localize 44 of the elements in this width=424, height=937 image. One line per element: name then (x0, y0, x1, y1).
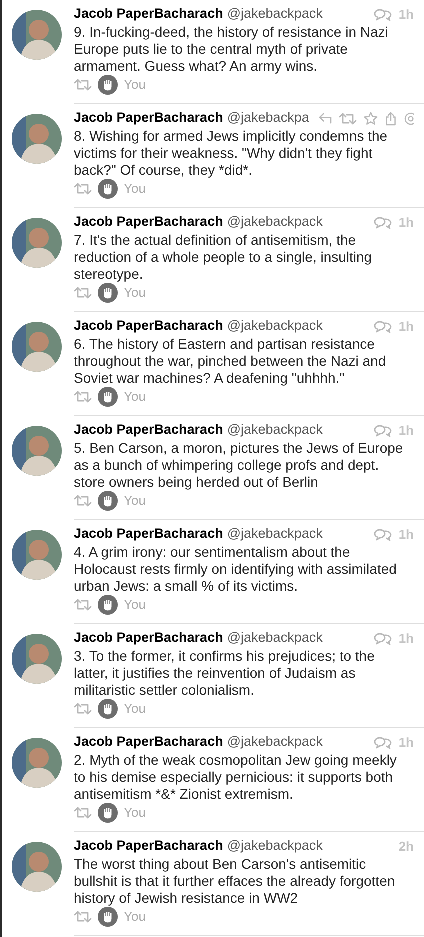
author-handle[interactable]: @jakebackpack (227, 525, 323, 544)
author-handle[interactable]: @jakebackpack (227, 837, 323, 856)
tweet-text: 4. A grim irony: our sentimentalism about the Holocaust rests firmly on identifying with assimilated urban Jews: a small % of its victims. (74, 544, 398, 595)
author-handle[interactable]: @jakebackpa (227, 109, 310, 128)
author-name[interactable]: Jacob PaperBacharach (74, 213, 224, 232)
author-handle[interactable]: @jakebackpack (227, 5, 323, 24)
author-handle[interactable]: @jakebackpack (227, 213, 323, 232)
tweet-time: 1h (398, 6, 414, 24)
liked-by-label: You (124, 284, 146, 302)
author-name[interactable]: Jacob PaperBacharach (74, 629, 224, 648)
tweet-text: 2. Myth of the weak cosmopolitan Jew going meekly to his demise especially pernicious: it supports both antisemitism *&* Zionist extremism. (74, 752, 398, 803)
author-name[interactable]: Jacob PaperBacharach (74, 733, 224, 752)
tweet-text: 3. To the former, it confirms his prejudices; to the latter, it justifies the reinvention of Judaism as militaristic settler colonialism. (74, 648, 376, 699)
author-handle[interactable]: @jakebackpack (227, 317, 323, 336)
author-handle[interactable]: @jakebackpack (227, 629, 323, 648)
author-name[interactable]: Jacob PaperBacharach (74, 109, 224, 128)
tweet-time: 1h (398, 318, 414, 336)
tweet-text: 9. In-fucking-deed, the history of resistance in Nazi Europe puts lie to the central myth of private armament. Guess what? An army wins. (74, 24, 390, 75)
tweet-time: 1h (398, 734, 414, 752)
liked-by-label: You (124, 180, 146, 198)
tweet-time: 1h (398, 422, 414, 440)
liked-by-label: You (124, 700, 146, 718)
tweet-text: 8. Wishing for armed Jews implicitly condemns the victims for their weakness. "Why didn't they fight back?" Of course, they *did*. (74, 128, 389, 179)
author-name[interactable]: Jacob PaperBacharach (74, 317, 224, 336)
liked-by-label: You (124, 492, 146, 510)
tweet-text: The worst thing about Ben Carson's antisemitic bullshit is that it further effaces the already forgotten history of Jewish resistance in WW2 (74, 856, 396, 907)
liked-by-label: You (124, 76, 146, 94)
author-name[interactable]: Jacob PaperBacharach (74, 837, 224, 856)
author-name[interactable]: Jacob PaperBacharach (74, 525, 224, 544)
liked-by-label: You (124, 596, 146, 614)
tweet-time: 2h (398, 838, 414, 856)
tweet-text: 5. Ben Carson, a moron, pictures the Jews of Europe as a bunch of whimpering college profs and dept. store owners being herded out of Berlin (74, 440, 404, 491)
liked-by-label: You (124, 908, 146, 926)
author-handle[interactable]: @jakebackpack (227, 733, 323, 752)
tweet-time: 1h (398, 214, 414, 232)
author-name[interactable]: Jacob PaperBacharach (74, 5, 224, 24)
tweet-time: 1h (398, 630, 414, 648)
tweet-time: 1h (398, 526, 414, 544)
author-name[interactable]: Jacob PaperBacharach (74, 421, 224, 440)
liked-by-label: You (124, 804, 146, 822)
tweet-text: 7. It's the actual definition of antisemitism, the reduction of a whole people to a single, insulting stereotype. (74, 232, 374, 283)
tweet-text: 6. The history of Eastern and partisan resistance throughout the war, pinched between the Nazi and Soviet war machines? A deafening "uhhhh." (74, 336, 388, 387)
author-handle[interactable]: @jakebackpack (227, 421, 323, 440)
liked-by-label: You (124, 388, 146, 406)
